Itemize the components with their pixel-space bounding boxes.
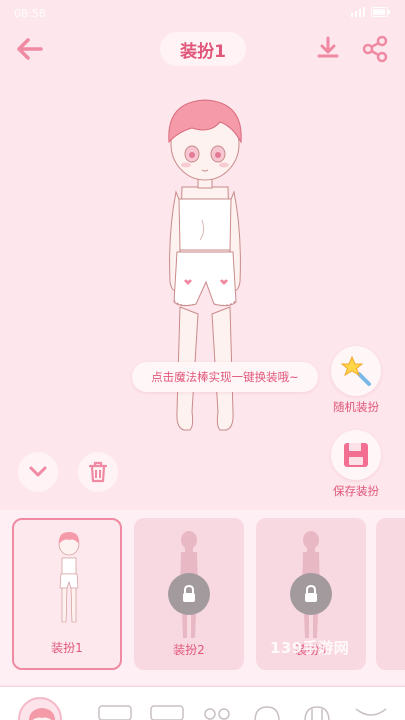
outfit-1-label: 装扮1	[51, 641, 83, 655]
avatar-face-icon	[28, 708, 56, 720]
outfit-2-label: 装扮2	[173, 643, 205, 657]
outfit-3-lock	[290, 573, 332, 615]
download-button[interactable]	[314, 34, 342, 64]
outfit-card-4[interactable]	[376, 518, 405, 670]
category-bar	[0, 686, 405, 720]
save-outfit-circle	[331, 430, 381, 480]
lock-icon	[305, 585, 317, 602]
lock-icon	[183, 585, 195, 602]
signal-icon	[351, 6, 365, 20]
collapse-button[interactable]	[18, 452, 58, 492]
dressup-stage: 点击魔法棒实现一键换装哦~ 随机装扮 保存装扮	[0, 72, 405, 510]
hair-icon[interactable]	[302, 705, 332, 720]
page-title: 装扮1	[160, 32, 246, 66]
share-button[interactable]	[360, 34, 390, 64]
magic-wand-circle	[331, 346, 381, 396]
eyes-icon[interactable]	[202, 705, 232, 720]
battery-icon	[371, 6, 391, 20]
outfit-2-lock	[168, 573, 210, 615]
random-outfit-label: 随机装扮	[333, 400, 379, 414]
trash-icon	[88, 461, 108, 483]
outfit-1-thumbnail	[58, 532, 80, 623]
random-outfit-button[interactable]: 随机装扮	[326, 346, 386, 415]
dress-tag-icon[interactable]	[150, 705, 184, 720]
delete-button[interactable]	[78, 452, 118, 492]
chevron-down-icon	[29, 466, 47, 477]
back-arrow-icon	[17, 38, 43, 60]
save-outfit-label: 保存装扮	[333, 484, 379, 498]
status-bar: 08:58	[0, 0, 405, 26]
face-icon[interactable]	[252, 705, 282, 720]
magic-wand-hint: 点击魔法棒实现一键换装哦~	[132, 362, 318, 392]
accessory-icon[interactable]	[354, 705, 388, 720]
avatar[interactable]	[18, 697, 62, 720]
watermark: 139手游网	[270, 639, 350, 657]
header: 装扮1	[0, 26, 405, 72]
magic-wand-icon	[340, 355, 371, 386]
status-icons	[351, 6, 391, 20]
back-button[interactable]	[14, 36, 46, 62]
outfit-card-1[interactable]: 装扮1	[12, 518, 122, 670]
save-disk-icon	[344, 443, 368, 467]
status-time: 08:58	[14, 6, 46, 20]
clothing-tag-icon[interactable]	[98, 705, 132, 720]
save-outfit-button[interactable]: 保存装扮	[326, 430, 386, 499]
share-icon	[362, 35, 388, 63]
download-icon	[317, 36, 339, 58]
outfit-card-2[interactable]: 装扮2	[134, 518, 244, 670]
outfit-list: 装扮1 装扮2 装扮3	[0, 510, 405, 685]
